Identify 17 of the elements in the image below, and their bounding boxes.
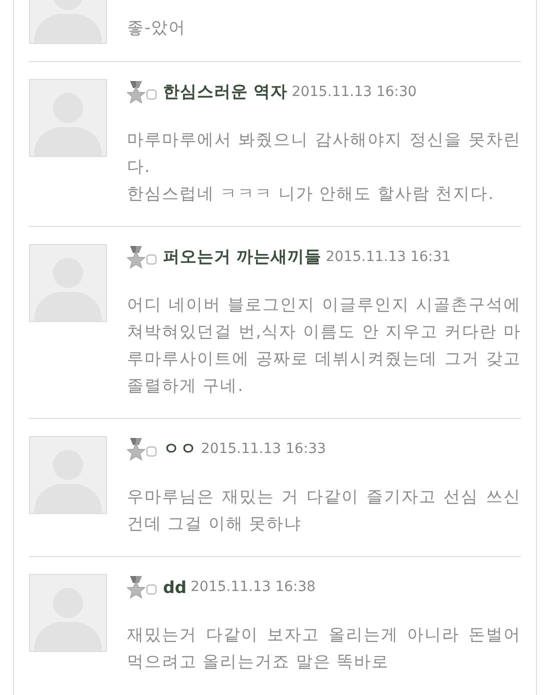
- comment-text: 좋-았어: [127, 17, 187, 39]
- comment-date: 2015.11.13 16:31: [326, 249, 451, 265]
- comment-text: 우마루님은 재밌는 거 다같이 즐기자고 선심 쓰신건데 그걸 이해 못하냐: [127, 486, 521, 535]
- medal-icon: [127, 245, 157, 269]
- medal-icon: [127, 575, 157, 599]
- comment-date: 2015.11.13 16:30: [292, 84, 417, 100]
- comment-author[interactable]: dd: [163, 578, 187, 596]
- comment-author[interactable]: ㅇㅇ: [163, 438, 197, 460]
- comment-author[interactable]: 퍼오는거 까는새끼들: [163, 246, 322, 268]
- comment-author[interactable]: 한심스러운 역자: [163, 81, 288, 103]
- comment-text: 어디 네이버 블로그인지 이글루인지 시골촌구석에 쳐박혀있던걸 번,식자 이름도 안 지우고 커다란 마루마루사이트에 공짜로 데뷔시켜줬는데 그거 갖고 졸렬하게 구네.: [127, 294, 521, 397]
- comment-text: 재밌는거 다같이 보자고 올리는게 아니라 돈벌어먹으려고 올리는거죠 말은 똑바로: [127, 624, 521, 673]
- medal-icon: [127, 80, 157, 104]
- comment-date: 2015.11.13 16:38: [190, 579, 316, 595]
- comment-text: 마루마루에서 봐줬으니 감사해야지 정신을 못차린다. 한심스럽네 ㅋㅋㅋ 니가 안해도 할사람 천지다.: [127, 129, 521, 205]
- comment-date: 2015.11.13 16:33: [201, 441, 326, 457]
- medal-icon: [127, 437, 157, 461]
